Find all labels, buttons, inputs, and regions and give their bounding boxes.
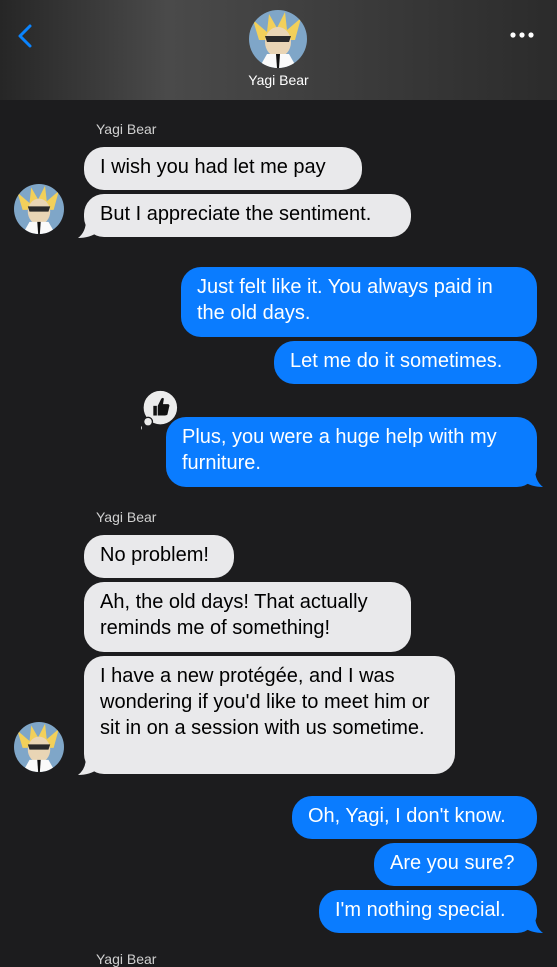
chevron-left-icon: [18, 24, 32, 48]
ellipsis-icon: [510, 32, 534, 38]
avatar-image: [249, 10, 307, 68]
message-bubble-outgoing[interactable]: Let me do it sometimes.: [274, 341, 537, 384]
message-bubble-outgoing[interactable]: Just felt like it. You always paid in th…: [181, 267, 537, 337]
conversation-header: Yagi Bear: [0, 0, 557, 100]
avatar-image: [14, 184, 64, 234]
message-bubble-outgoing[interactable]: Oh, Yagi, I don't know.: [292, 796, 537, 839]
contact-avatar[interactable]: [249, 10, 307, 68]
message-bubble-incoming[interactable]: I wish you had let me pay: [84, 147, 362, 190]
more-button[interactable]: [509, 28, 535, 40]
message-bubble-incoming[interactable]: But I appreciate the sentiment.: [84, 194, 411, 237]
reaction-badge[interactable]: [141, 390, 185, 434]
message-bubble-outgoing[interactable]: Are you sure?: [374, 843, 537, 886]
message-bubble-outgoing[interactable]: Plus, you were a huge help with my furni…: [166, 417, 537, 487]
bubble-tail: [78, 755, 98, 775]
avatar-image: [14, 722, 64, 772]
sender-label: Yagi Bear: [96, 509, 157, 525]
sender-label: Yagi Bear: [96, 121, 157, 137]
message-bubble-outgoing[interactable]: I'm nothing special.: [319, 890, 537, 933]
message-bubble-incoming[interactable]: Ah, the old days! That actually reminds …: [84, 582, 411, 652]
message-bubble-incoming[interactable]: No problem!: [84, 535, 234, 578]
contact-name[interactable]: Yagi Bear: [0, 72, 557, 88]
message-bubble-incoming[interactable]: I have a new protégée, and I was wonderi…: [84, 656, 455, 774]
back-button[interactable]: [12, 20, 42, 52]
bubble-tail: [523, 913, 543, 933]
bubble-tail: [523, 467, 543, 487]
sender-avatar[interactable]: [14, 722, 64, 772]
bubble-tail: [78, 218, 98, 238]
sender-avatar[interactable]: [14, 184, 64, 234]
sender-label: Yagi Bear: [96, 951, 157, 967]
